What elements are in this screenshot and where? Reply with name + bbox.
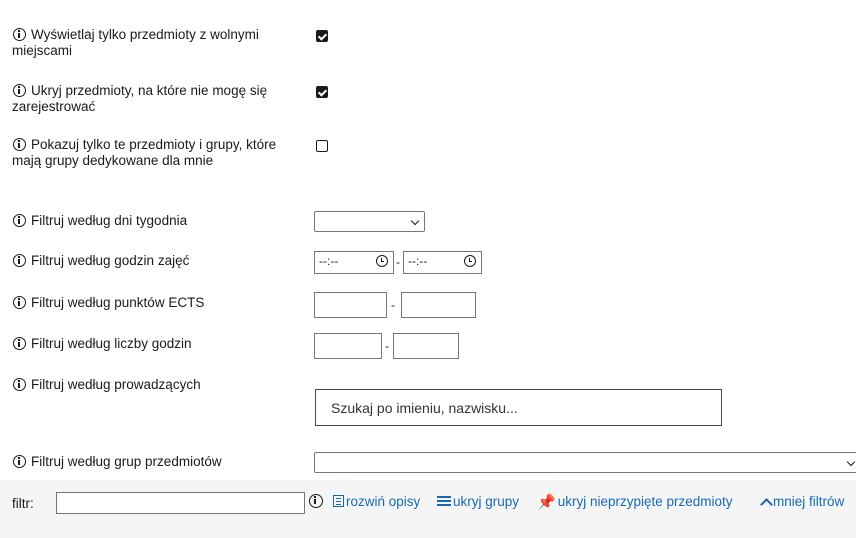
subject-groups-select[interactable] — [314, 452, 856, 473]
lecturer-search-input[interactable]: Szukaj po imieniu, nazwisku... — [315, 389, 722, 426]
filter-dedicated-groups-label: Pokazuj tylko te przedmioty i grupy, któ… — [12, 137, 277, 168]
ects-from-input[interactable] — [314, 292, 387, 318]
filter-hide-unregisterable-label: Ukryj przedmioty, na które nie mogę się … — [12, 83, 268, 114]
filter-hours-label: Filtruj według godzin zajęć — [12, 253, 282, 269]
chevron-down-icon — [846, 457, 856, 467]
info-icon[interactable] — [13, 378, 26, 391]
filter-lecturers-label: Filtruj według prowadzących — [12, 377, 282, 393]
dedicated-groups-checkbox[interactable] — [316, 140, 328, 152]
list-icon — [437, 496, 451, 507]
ects-to-input[interactable] — [401, 292, 476, 318]
info-icon[interactable] — [13, 138, 26, 151]
weekdays-select[interactable] — [314, 211, 425, 232]
range-separator: - — [391, 298, 395, 312]
filter-label: filtr: — [12, 496, 34, 511]
info-icon[interactable] — [309, 494, 323, 508]
lecturer-search-placeholder: Szukaj po imieniu, nazwisku... — [331, 400, 518, 416]
info-icon[interactable] — [13, 28, 26, 41]
chevron-down-icon — [410, 216, 420, 226]
info-icon[interactable] — [13, 84, 26, 97]
clock-icon[interactable] — [376, 255, 388, 267]
pin-icon: 📌 — [537, 494, 556, 511]
hours-from-input[interactable]: --:-- — [314, 251, 394, 274]
description-icon — [333, 495, 344, 507]
filter-ects-label: Filtruj według punktów ECTS — [12, 295, 282, 311]
range-separator: - — [385, 339, 389, 353]
less-filters-link[interactable]: mniej filtrów — [758, 494, 844, 511]
filter-subject-groups-label: Filtruj według grup przedmiotów — [12, 454, 282, 470]
filter-text-input[interactable] — [56, 492, 305, 514]
hide-unpinned-link[interactable]: 📌 ukryj nieprzypięte przedmioty — [537, 494, 733, 511]
chevron-up-icon — [760, 498, 773, 511]
info-icon[interactable] — [13, 337, 26, 350]
clock-icon[interactable] — [464, 255, 476, 267]
expand-descriptions-link[interactable]: rozwiń opisy — [333, 494, 420, 509]
filter-hours-count-label: Filtruj według liczby godzin — [12, 336, 282, 352]
hide-groups-link[interactable]: ukryj grupy — [437, 494, 519, 509]
hours-count-to-input[interactable] — [393, 333, 459, 359]
info-icon[interactable] — [13, 455, 26, 468]
hide-unregisterable-checkbox[interactable] — [316, 86, 328, 98]
range-separator: - — [396, 255, 400, 269]
info-icon[interactable] — [13, 254, 26, 267]
filter-free-seats-label: Wyświetlaj tylko przedmioty z wolnymi mi… — [12, 27, 259, 58]
filter-weekdays-label: Filtruj według dni tygodnia — [12, 213, 282, 229]
info-icon[interactable] — [13, 214, 26, 227]
info-icon[interactable] — [13, 296, 26, 309]
filter-toolbar: filtr: rozwiń opisy ukryj grupy 📌 ukryj n… — [0, 480, 856, 538]
hours-to-input[interactable]: --:-- — [403, 251, 482, 274]
free-seats-checkbox[interactable] — [316, 30, 328, 42]
hours-count-from-input[interactable] — [314, 333, 382, 359]
